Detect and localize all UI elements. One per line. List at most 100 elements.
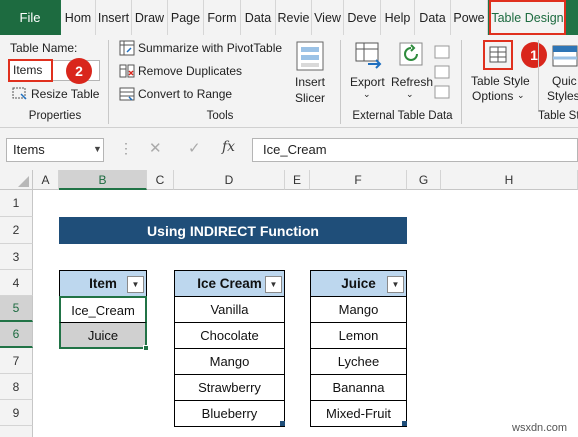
- insert-slicer-label-2[interactable]: Slicer: [290, 91, 330, 105]
- juice-row-4[interactable]: Bananna: [310, 374, 407, 401]
- column-header-g[interactable]: G: [407, 170, 441, 190]
- icecream-row-1[interactable]: Vanilla: [174, 296, 285, 323]
- tab-file[interactable]: File: [0, 0, 60, 35]
- confirm-entry-icon[interactable]: ✓: [188, 139, 201, 157]
- icecream-row-3[interactable]: Mango: [174, 348, 285, 375]
- row-header-9[interactable]: 9: [0, 400, 33, 426]
- column-header-d[interactable]: D: [174, 170, 285, 190]
- group-separator: [340, 40, 341, 124]
- juice-row-1[interactable]: Mango: [310, 296, 407, 323]
- tab-data[interactable]: Data: [241, 0, 276, 35]
- table-style-options-label-2[interactable]: Options: [472, 89, 513, 103]
- icecream-resize-handle[interactable]: [280, 421, 285, 426]
- items-table-header[interactable]: Item ▼: [59, 270, 147, 297]
- quick-styles-label-2[interactable]: Styles: [547, 89, 578, 103]
- tab-data-2[interactable]: Data: [415, 0, 451, 35]
- icecream-row-5[interactable]: Blueberry: [174, 400, 285, 427]
- items-row-1[interactable]: Ice_Cream: [59, 296, 147, 323]
- icecream-row-4[interactable]: Strawberry: [174, 374, 285, 401]
- items-filter-dropdown-icon[interactable]: ▼: [127, 276, 144, 293]
- tab-review[interactable]: Revie: [276, 0, 312, 35]
- column-header-c[interactable]: C: [147, 170, 174, 190]
- properties-group-label: Properties: [28, 110, 82, 122]
- column-header-a[interactable]: A: [33, 170, 59, 190]
- icecream-table-header[interactable]: Ice Cream ▼: [174, 270, 285, 297]
- callout-badge-2: 2: [66, 58, 92, 84]
- juice-resize-handle[interactable]: [402, 421, 407, 426]
- juice-row-3[interactable]: Lychee: [310, 348, 407, 375]
- tab-table-design[interactable]: Table Design: [489, 0, 566, 35]
- column-header-f[interactable]: F: [310, 170, 407, 190]
- juice-table-header[interactable]: Juice ▼: [310, 270, 407, 297]
- row-header-5[interactable]: 5: [0, 296, 33, 322]
- row-header-3[interactable]: 3: [0, 244, 33, 270]
- tab-view[interactable]: View: [312, 0, 344, 35]
- table-style-options-label-1[interactable]: Table Style: [471, 74, 530, 88]
- fill-handle[interactable]: [143, 345, 149, 351]
- tab-draw[interactable]: Draw: [132, 0, 168, 35]
- cancel-entry-icon[interactable]: ✕: [149, 139, 162, 157]
- sheet-title-banner[interactable]: Using INDIRECT Function: [59, 217, 407, 244]
- row-header-2[interactable]: 2: [0, 217, 33, 244]
- column-header-e[interactable]: E: [285, 170, 310, 190]
- row-header-6[interactable]: 6: [0, 322, 33, 348]
- refresh-chevron-icon[interactable]: ⌄: [406, 89, 414, 100]
- export-button[interactable]: Export: [350, 75, 385, 89]
- summarize-pivot-button[interactable]: Summarize with PivotTable: [138, 41, 282, 55]
- tab-formulas[interactable]: Form: [204, 0, 241, 35]
- column-header-b[interactable]: B: [59, 170, 147, 190]
- row-header-4[interactable]: 4: [0, 270, 33, 296]
- table-style-options-chevron-icon[interactable]: ⌄: [517, 90, 525, 101]
- table-style-options-icon[interactable]: [483, 40, 513, 70]
- icecream-row-2[interactable]: Chocolate: [174, 322, 285, 349]
- quick-styles-icon: [550, 42, 578, 70]
- insert-function-icon[interactable]: fx: [222, 139, 235, 155]
- resize-table-icon: [12, 86, 28, 100]
- formula-input[interactable]: Ice_Cream: [252, 138, 578, 162]
- name-box-dropdown-icon[interactable]: ▼: [93, 144, 102, 154]
- remove-duplicates-icon: [119, 63, 135, 79]
- insert-slicer-icon: [295, 40, 325, 72]
- select-all-corner[interactable]: [0, 170, 33, 190]
- convert-to-range-icon: [119, 86, 135, 102]
- table-name-input[interactable]: Items: [8, 59, 53, 82]
- tab-developer[interactable]: Deve: [344, 0, 381, 35]
- remove-duplicates-button[interactable]: Remove Duplicates: [138, 64, 242, 78]
- tools-group-label: Tools: [206, 110, 234, 122]
- tab-insert[interactable]: Insert: [96, 0, 132, 35]
- quick-styles-label-1[interactable]: Quic: [552, 74, 577, 88]
- external-group-label: External Table Data: [352, 110, 453, 122]
- row-header-partial: [0, 426, 33, 437]
- items-header-label: Item: [89, 276, 117, 291]
- group-separator: [461, 40, 462, 124]
- tab-help[interactable]: Help: [381, 0, 415, 35]
- icecream-filter-dropdown-icon[interactable]: ▼: [265, 276, 282, 293]
- row-header-1[interactable]: 1: [0, 190, 33, 217]
- group-separator: [538, 40, 539, 110]
- table-styles-group-label: Table St: [538, 110, 578, 122]
- tab-page-layout[interactable]: Page: [168, 0, 204, 35]
- name-box[interactable]: Items: [6, 138, 104, 162]
- group-separator: [108, 40, 109, 124]
- convert-to-range-button[interactable]: Convert to Range: [138, 87, 232, 101]
- tab-home[interactable]: Hom: [61, 0, 96, 35]
- resize-table-button[interactable]: Resize Table: [31, 87, 99, 101]
- pivot-table-icon: [119, 40, 135, 56]
- export-icon: [354, 40, 384, 72]
- row-header-7[interactable]: 7: [0, 348, 33, 374]
- insert-slicer-label-1[interactable]: Insert: [290, 75, 330, 89]
- external-small-icons: [433, 44, 453, 104]
- row-header-8[interactable]: 8: [0, 374, 33, 400]
- table-name-label: Table Name:: [10, 41, 78, 55]
- watermark: wsxdn.com: [512, 422, 568, 434]
- juice-row-2[interactable]: Lemon: [310, 322, 407, 349]
- tab-power-pivot[interactable]: Powe: [451, 0, 488, 35]
- export-chevron-icon[interactable]: ⌄: [363, 89, 371, 100]
- callout-badge-1: 1: [521, 42, 547, 68]
- juice-filter-dropdown-icon[interactable]: ▼: [387, 276, 404, 293]
- column-header-h[interactable]: H: [441, 170, 578, 190]
- more-options-icon: ⋮: [119, 140, 133, 156]
- juice-row-5[interactable]: Mixed-Fruit: [310, 400, 407, 427]
- refresh-button[interactable]: Refresh: [391, 75, 433, 89]
- items-row-2[interactable]: Juice: [59, 322, 147, 349]
